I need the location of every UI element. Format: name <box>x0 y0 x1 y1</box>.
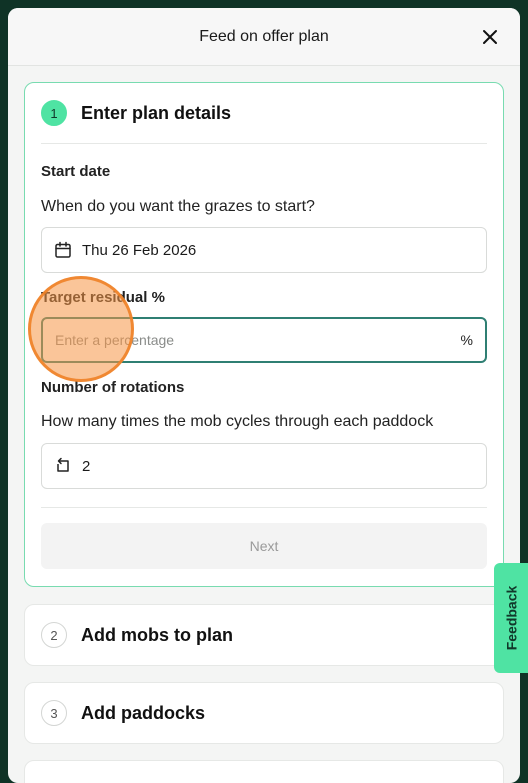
target-residual-field[interactable]: % <box>41 317 487 363</box>
step-header[interactable]: 2 Add mobs to plan <box>25 605 503 665</box>
rotations-value: 2 <box>82 457 91 475</box>
percent-suffix: % <box>460 332 473 348</box>
step-card-next <box>24 760 504 783</box>
start-date-question: When do you want the grazes to start? <box>41 198 315 215</box>
feed-plan-modal: Feed on offer plan 1 Enter plan details … <box>8 8 520 783</box>
start-date-field[interactable]: Thu 26 Feb 2026 <box>41 227 487 273</box>
modal-header: Feed on offer plan <box>8 8 520 66</box>
step-title: Enter plan details <box>81 102 232 123</box>
target-residual-input[interactable] <box>55 332 461 348</box>
divider <box>41 143 487 144</box>
rotations-question: How many times the mob cycles through ea… <box>41 413 434 430</box>
rotations-field[interactable]: 2 <box>41 443 487 489</box>
divider <box>41 507 487 508</box>
modal-title: Feed on offer plan <box>199 27 329 45</box>
start-date-label: Start date <box>41 163 111 180</box>
step-number: 2 <box>41 622 67 648</box>
step-number: 3 <box>41 700 67 726</box>
next-button[interactable]: Next <box>41 523 487 569</box>
step-header[interactable]: 1 Enter plan details <box>25 83 503 143</box>
step-number: 1 <box>41 100 67 126</box>
step-title: Add mobs to plan <box>81 624 233 645</box>
step-card-plan-details: 1 Enter plan details Start date When do … <box>24 82 504 587</box>
feedback-tab[interactable]: Feedback <box>494 563 528 673</box>
rotate-icon <box>57 457 69 472</box>
step-card-add-paddocks[interactable]: 3 Add paddocks <box>24 682 504 744</box>
step-header[interactable]: 3 Add paddocks <box>25 683 503 743</box>
step-title: Add paddocks <box>81 702 206 723</box>
feedback-label: Feedback <box>503 585 519 651</box>
target-residual-label: Target residual % <box>41 289 165 306</box>
rotations-label: Number of rotations <box>41 379 185 396</box>
start-date-value: Thu 26 Feb 2026 <box>82 241 197 259</box>
calendar-icon <box>55 241 71 258</box>
close-button[interactable] <box>478 25 502 49</box>
close-icon <box>483 30 497 44</box>
step-card-add-mobs[interactable]: 2 Add mobs to plan <box>24 604 504 666</box>
